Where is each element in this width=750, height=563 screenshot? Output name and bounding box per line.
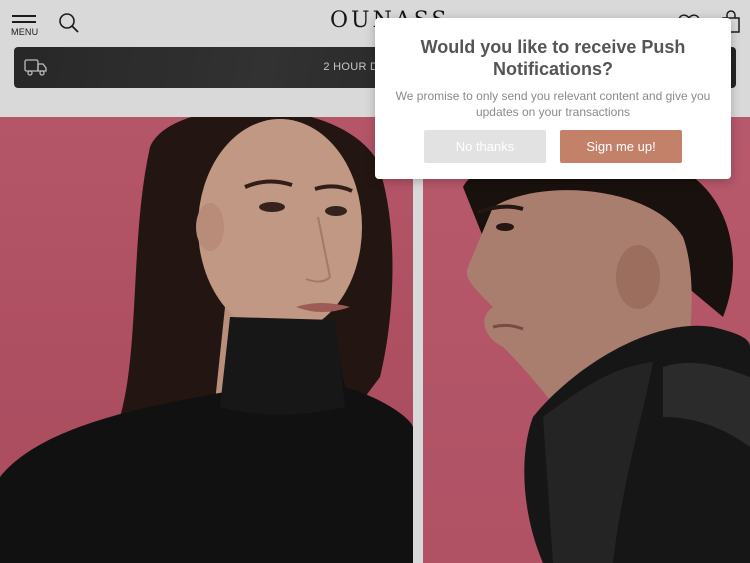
decline-button[interactable]: No thanks [424, 130, 546, 163]
dialog-body: We promise to only send you relevant con… [395, 89, 711, 119]
dialog-title: Would you like to receive Push Notificat… [420, 37, 686, 79]
accept-button[interactable]: Sign me up! [560, 130, 682, 163]
push-notification-dialog: Would you like to receive Push Notificat… [375, 18, 731, 179]
